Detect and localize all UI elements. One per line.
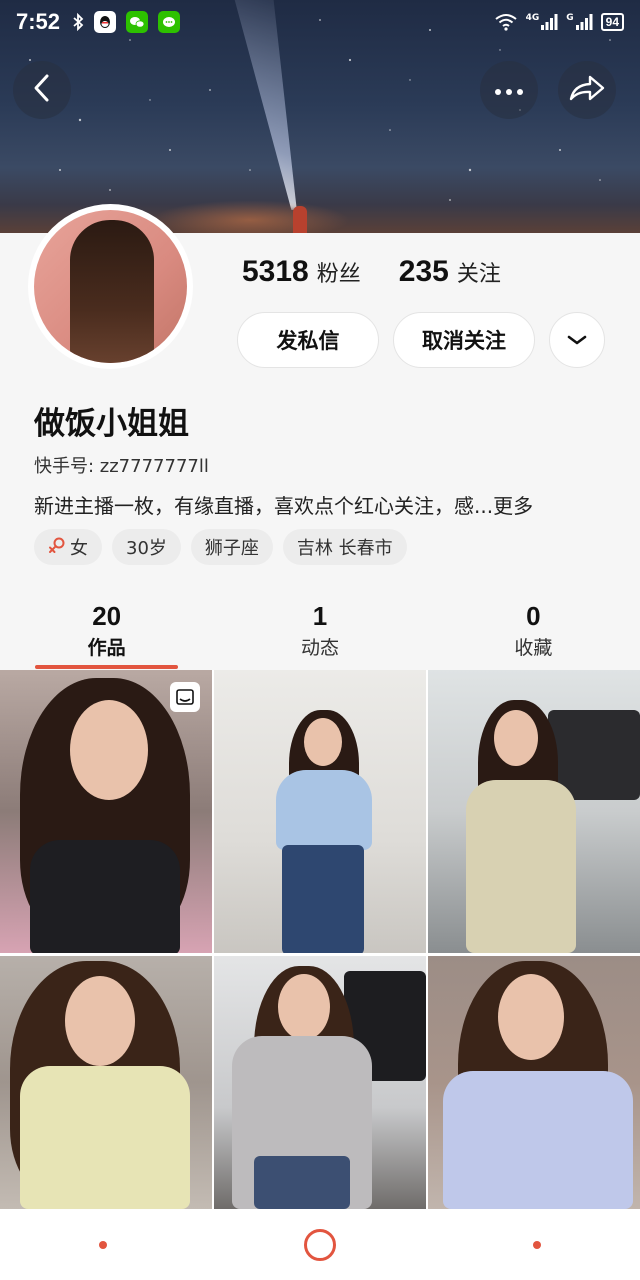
gender-label: 女 — [70, 538, 88, 559]
tab-favorites-count: 0 — [526, 601, 541, 631]
age-tag: 30岁 — [112, 529, 181, 565]
profile-section: 5318 粉丝 235 关注 发私信 取消关注 做饭小姐姐 快手号: zz777… — [0, 204, 640, 670]
unfollow-button[interactable]: 取消关注 — [393, 312, 535, 368]
avatar[interactable] — [28, 204, 193, 369]
battery-indicator: 94 — [600, 13, 624, 31]
person-silhouette — [293, 206, 307, 233]
tab-favorites-label: 收藏 — [514, 637, 553, 659]
video-thumbnail[interactable] — [428, 956, 640, 1209]
cellular-signal-icon: 4G — [526, 13, 559, 31]
wechat-app-icon — [126, 11, 149, 33]
content-tabs: 20 作品 1 动态 0 收藏 — [0, 599, 640, 670]
wifi-icon — [494, 13, 518, 31]
tab-works-count: 20 — [92, 601, 122, 631]
profile-actions: 发私信 取消关注 — [237, 312, 605, 368]
share-arrow-icon — [568, 73, 606, 107]
avatar-image — [34, 210, 187, 363]
chevron-left-icon — [31, 73, 53, 107]
profile-stats: 5318 粉丝 235 关注 — [242, 255, 501, 289]
share-button[interactable] — [558, 61, 616, 119]
profile-bio[interactable]: 新进主播一枚，有缘直播，喜欢点个红心关注，感...更多 — [34, 490, 533, 519]
nav-dot-left[interactable] — [98, 1241, 107, 1249]
profile-tags: 女 30岁 狮子座 吉林 长春市 — [34, 529, 407, 565]
profile-name: 做饭小姐姐 — [34, 406, 189, 442]
followers-label: 粉丝 — [316, 262, 361, 287]
following-count: 235 — [398, 255, 449, 288]
qq-app-icon — [94, 11, 117, 33]
tab-works-label: 作品 — [87, 637, 126, 659]
followers-count: 5318 — [242, 255, 309, 288]
following-label: 关注 — [456, 262, 501, 287]
tab-moments-label: 动态 — [300, 637, 339, 659]
home-ring-icon[interactable] — [303, 1229, 336, 1261]
location-tag: 吉林 长春市 — [282, 529, 407, 565]
ellipsis-icon — [494, 81, 524, 100]
more-options-button[interactable] — [480, 61, 538, 119]
video-thumbnail[interactable] — [214, 956, 426, 1209]
following-stat[interactable]: 235 关注 — [399, 255, 501, 289]
nav-dot-right[interactable] — [533, 1241, 542, 1249]
video-grid — [0, 670, 640, 1210]
tab-favorites[interactable]: 0 收藏 — [427, 599, 640, 670]
send-message-button[interactable]: 发私信 — [237, 312, 379, 368]
female-icon — [48, 536, 66, 559]
expand-button[interactable] — [549, 312, 605, 368]
cellular-signal-2-icon: G — [566, 13, 593, 31]
horizon-glow — [150, 200, 350, 233]
video-thumbnail[interactable] — [0, 956, 212, 1209]
kuaishou-id: 快手号: zz7777777ll — [34, 456, 209, 477]
tab-moments-count: 1 — [312, 601, 328, 631]
gender-tag: 女 — [34, 529, 102, 565]
status-bar: 7:52 4G G 94 — [0, 0, 640, 44]
video-thumbnail[interactable] — [0, 670, 212, 953]
chevron-down-icon — [566, 328, 588, 352]
followers-stat[interactable]: 5318 粉丝 — [242, 255, 361, 289]
status-time: 7:52 — [16, 9, 61, 34]
tab-moments[interactable]: 1 动态 — [213, 599, 426, 670]
zodiac-tag: 狮子座 — [190, 529, 273, 565]
message-app-icon — [158, 11, 181, 33]
video-thumbnail[interactable] — [428, 670, 640, 953]
pinned-badge-icon — [170, 682, 200, 712]
bluetooth-icon — [72, 13, 84, 31]
video-thumbnail[interactable] — [214, 670, 426, 953]
bottom-navigation — [0, 1210, 640, 1280]
tab-works[interactable]: 20 作品 — [0, 599, 213, 670]
back-button[interactable] — [13, 61, 71, 119]
